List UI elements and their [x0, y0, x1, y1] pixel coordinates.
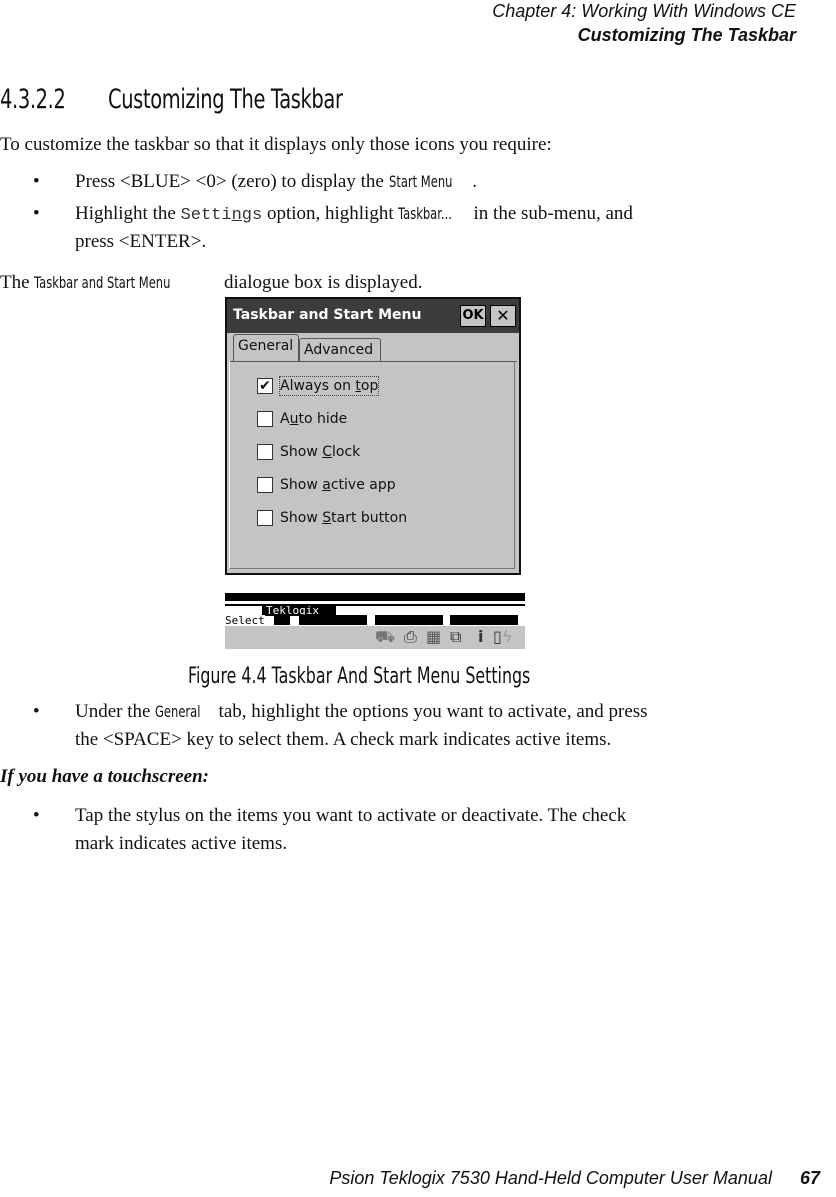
bullet: •	[33, 701, 40, 722]
step-2-text: Highlight the	[75, 203, 181, 224]
close-button[interactable]: ✕	[490, 305, 516, 327]
label-a: Show	[280, 477, 323, 493]
running-header-section: Customizing The Taskbar	[577, 25, 796, 45]
page-footer: Psion Teklogix 7530 Hand-Held Computer U…	[329, 1168, 820, 1189]
checkbox-show-active-app[interactable]	[257, 477, 273, 493]
dialog-displayed-text: The Taskbar and Start Menu dialogue box …	[0, 271, 422, 295]
dialog-titlebar: Taskbar and Start Menu OK ✕	[227, 299, 519, 333]
tab-general[interactable]: General	[233, 334, 299, 361]
page-number: 67	[799, 1168, 820, 1188]
settings-ref: Settings	[181, 206, 263, 225]
signal-icon[interactable]: ▦	[426, 628, 441, 646]
touch-step-line-1: Tap the stylus on the items you want to …	[75, 805, 627, 826]
start-menu-ref: Start Menu	[388, 172, 453, 191]
softkey-2[interactable]	[299, 615, 367, 625]
option-label: Show active app	[280, 476, 396, 494]
settings-ref-b: gs	[241, 206, 263, 225]
tab-advanced[interactable]: Advanced	[299, 338, 381, 362]
option-label: Show Clock	[280, 443, 360, 461]
checkbox-always-on-top[interactable]: ✔	[257, 378, 273, 394]
info-icon[interactable]: i	[478, 628, 483, 646]
softkey-4[interactable]	[450, 615, 518, 625]
touch-step-line-2: mark indicates active items.	[75, 833, 288, 854]
softkey-3[interactable]	[375, 615, 443, 625]
option-label: Always on top	[278, 376, 380, 396]
taskbar-ref: Taskbar...	[398, 204, 453, 223]
label-a: Show	[280, 510, 323, 526]
label-b: lock	[332, 444, 361, 460]
ok-button[interactable]: OK	[460, 305, 486, 327]
general-step-line-2: the <SPACE> key to select them. A check …	[75, 729, 612, 750]
section-number: 4.3.2.2	[0, 84, 66, 115]
step-1-text: Press <BLUE> <0> (zero) to display the	[75, 171, 389, 192]
section-heading: 4.3.2.2 Customizing The Taskbar	[0, 84, 343, 115]
settings-ref-mnemonic: n	[231, 206, 242, 225]
network-icon[interactable]: ⛟	[375, 628, 395, 646]
displayed-post: dialogue box is displayed.	[219, 272, 423, 293]
settings-ref-a: Setti	[180, 206, 232, 225]
general-step-pre: Under the	[75, 701, 156, 722]
step-2-line-2: press <ENTER>.	[75, 231, 207, 252]
printer-icon[interactable]: ⎙	[404, 628, 417, 646]
taskbar-start-menu-dialog: Taskbar and Start Menu OK ✕ Advanced Gen…	[225, 297, 521, 575]
softkey-1-bar[interactable]	[274, 615, 290, 625]
label-a: Show	[280, 444, 323, 460]
step-2-end: in the sub-menu, and	[468, 203, 633, 224]
step-1-end: .	[472, 171, 477, 192]
label-a: Always on	[280, 378, 356, 394]
dialog-title: Taskbar and Start Menu	[233, 307, 422, 323]
section-title: Customizing The Taskbar	[108, 84, 343, 115]
label-mnemonic: a	[322, 477, 331, 493]
general-step-post: tab, highlight the options you want to a…	[213, 701, 648, 722]
taskbar-top-bar	[225, 593, 525, 601]
label-b: tart button	[331, 510, 408, 526]
label-b: ctive app	[330, 477, 396, 493]
connection-icon[interactable]: ⧉	[450, 628, 461, 646]
label-b: op	[360, 378, 379, 394]
general-tab-ref: General	[155, 702, 201, 721]
option-label: Auto hide	[280, 410, 347, 428]
intro-paragraph: To customize the taskbar so that it disp…	[0, 134, 552, 155]
step-2-mid: option, highlight	[262, 203, 399, 224]
battery-icon[interactable]: ▯ϟ	[493, 628, 512, 646]
option-label: Show Start button	[280, 509, 407, 527]
checkbox-show-start-button[interactable]	[257, 510, 273, 526]
figure-caption: Figure 4.4 Taskbar And Start Menu Settin…	[188, 664, 531, 689]
label-mnemonic: S	[322, 510, 332, 526]
label-b: to hide	[298, 411, 348, 427]
touchscreen-heading: If you have a touchscreen:	[0, 766, 209, 787]
bullet: •	[33, 805, 40, 826]
system-tray: ⛟ ⎙ ▦ ⧉ i ▯ϟ	[225, 626, 525, 649]
checkbox-show-clock[interactable]	[257, 444, 273, 460]
checkbox-auto-hide[interactable]	[257, 411, 273, 427]
bullet: •	[33, 171, 40, 192]
label-mnemonic: C	[322, 444, 333, 460]
bullet: •	[33, 203, 40, 224]
check-icon: ✔	[259, 378, 271, 394]
dialog-name-ref: Taskbar and Start Menu	[34, 273, 171, 292]
close-icon: ✕	[496, 306, 510, 325]
label-a: A	[280, 411, 290, 427]
running-header-chapter: Chapter 4: Working With Windows CE	[492, 1, 796, 21]
manual-title: Psion Teklogix 7530 Hand-Held Computer U…	[329, 1168, 772, 1188]
device-taskbar: Teklogix Select ⛟ ⎙ ▦ ⧉ i ▯ϟ	[225, 593, 525, 649]
displayed-pre: The	[0, 272, 35, 293]
